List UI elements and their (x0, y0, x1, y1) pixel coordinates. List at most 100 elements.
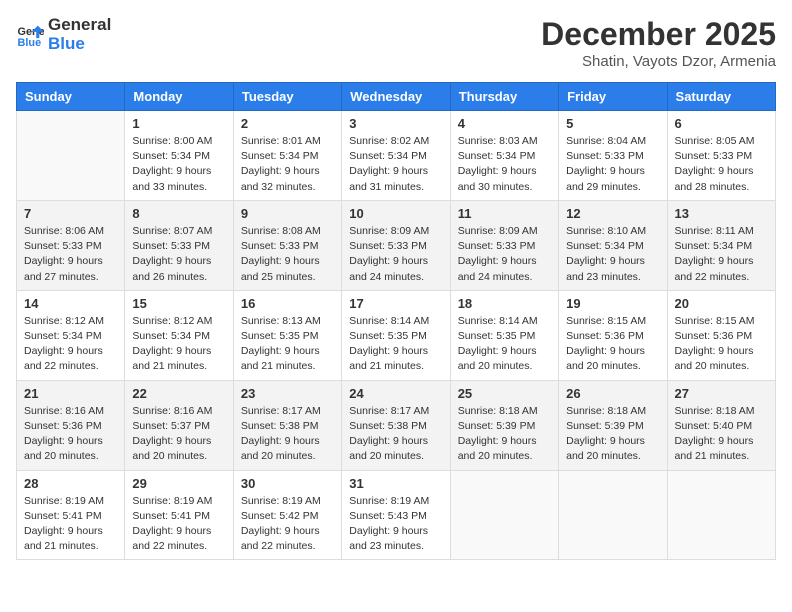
calendar-cell: 21 Sunrise: 8:16 AMSunset: 5:36 PMDayligh… (17, 380, 125, 470)
logo-icon: General Blue (16, 21, 44, 49)
day-number: 1 (132, 116, 225, 131)
calendar-cell: 25Sunrise: 8:18 AMSunset: 5:39 PMDayligh… (450, 380, 558, 470)
day-info: Sunrise: 8:17 AMSunset: 5:38 PMDaylight:… (241, 404, 334, 465)
week-row-3: 14 Sunrise: 8:12 AMSunset: 5:34 PMDayligh… (17, 290, 776, 380)
day-info: Sunrise: 8:14 AMSunset: 5:35 PMDaylight:… (458, 314, 551, 375)
day-info: Sunrise: 8:01 AMSunset: 5:34 PMDaylight:… (241, 134, 334, 195)
calendar-cell: 28 Sunrise: 8:19 AMSunset: 5:41 PMDayligh… (17, 470, 125, 560)
logo: General Blue General Blue (16, 16, 111, 53)
calendar-cell: 29 Sunrise: 8:19 AMSunset: 5:41 PMDayligh… (125, 470, 233, 560)
day-number: 28 (24, 476, 117, 491)
header: General Blue General Blue December 2025 … (16, 16, 776, 70)
day-number: 27 (675, 386, 768, 401)
calendar-cell: 27 Sunrise: 8:18 AMSunset: 5:40 PMDayligh… (667, 380, 775, 470)
calendar-cell: 18 Sunrise: 8:14 AMSunset: 5:35 PMDayligh… (450, 290, 558, 380)
day-number: 29 (132, 476, 225, 491)
week-row-2: 7 Sunrise: 8:06 AMSunset: 5:33 PMDaylight… (17, 200, 776, 290)
day-number: 5 (566, 116, 659, 131)
calendar-cell: 14 Sunrise: 8:12 AMSunset: 5:34 PMDayligh… (17, 290, 125, 380)
calendar-cell: 31 Sunrise: 8:19 AMSunset: 5:43 PMDayligh… (342, 470, 450, 560)
calendar-cell: 1Sunrise: 8:00 AMSunset: 5:34 PMDaylight… (125, 111, 233, 201)
day-number: 19 (566, 296, 659, 311)
day-info: Sunrise: 8:19 AMSunset: 5:41 PMDaylight:… (24, 494, 117, 555)
day-number: 2 (241, 116, 334, 131)
day-number: 10 (349, 206, 442, 221)
calendar-cell: 16 Sunrise: 8:13 AMSunset: 5:35 PMDayligh… (233, 290, 341, 380)
calendar-cell (17, 111, 125, 201)
day-info: Sunrise: 8:15 AMSunset: 5:36 PMDaylight:… (675, 314, 768, 375)
day-number: 22 (132, 386, 225, 401)
day-info: Sunrise: 8:18 AMSunset: 5:40 PMDaylight:… (675, 404, 768, 465)
calendar-cell: 2 Sunrise: 8:01 AMSunset: 5:34 PMDaylight… (233, 111, 341, 201)
day-header-saturday: Saturday (667, 83, 775, 111)
day-info: Sunrise: 8:09 AMSunset: 5:33 PMDaylight:… (349, 224, 442, 285)
calendar: SundayMondayTuesdayWednesdayThursdayFrid… (16, 82, 776, 560)
day-info: Sunrise: 8:19 AMSunset: 5:41 PMDaylight:… (132, 494, 225, 555)
day-number: 9 (241, 206, 334, 221)
day-header-thursday: Thursday (450, 83, 558, 111)
day-number: 25 (458, 386, 551, 401)
day-info: Sunrise: 8:08 AMSunset: 5:33 PMDaylight:… (241, 224, 334, 285)
day-header-tuesday: Tuesday (233, 83, 341, 111)
day-number: 15 (132, 296, 225, 311)
day-number: 24 (349, 386, 442, 401)
day-info: Sunrise: 8:02 AMSunset: 5:34 PMDaylight:… (349, 134, 442, 195)
day-info: Sunrise: 8:13 AMSunset: 5:35 PMDaylight:… (241, 314, 334, 375)
day-info: Sunrise: 8:14 AMSunset: 5:35 PMDaylight:… (349, 314, 442, 375)
day-number: 8 (132, 206, 225, 221)
day-info: Sunrise: 8:06 AMSunset: 5:33 PMDaylight:… (24, 224, 117, 285)
day-number: 20 (675, 296, 768, 311)
week-row-1: 1Sunrise: 8:00 AMSunset: 5:34 PMDaylight… (17, 111, 776, 201)
location-title: Shatin, Vayots Dzor, Armenia (541, 53, 776, 70)
calendar-cell: 11 Sunrise: 8:09 AMSunset: 5:33 PMDayligh… (450, 200, 558, 290)
day-number: 26 (566, 386, 659, 401)
day-info: Sunrise: 8:07 AMSunset: 5:33 PMDaylight:… (132, 224, 225, 285)
day-info: Sunrise: 8:12 AMSunset: 5:34 PMDaylight:… (24, 314, 117, 375)
day-number: 3 (349, 116, 442, 131)
month-title: December 2025 (541, 16, 776, 53)
day-number: 21 (24, 386, 117, 401)
calendar-cell: 8 Sunrise: 8:07 AMSunset: 5:33 PMDaylight… (125, 200, 233, 290)
day-number: 17 (349, 296, 442, 311)
day-number: 7 (24, 206, 117, 221)
day-number: 23 (241, 386, 334, 401)
calendar-cell: 3 Sunrise: 8:02 AMSunset: 5:34 PMDaylight… (342, 111, 450, 201)
calendar-cell: 12 Sunrise: 8:10 AMSunset: 5:34 PMDayligh… (559, 200, 667, 290)
day-info: Sunrise: 8:17 AMSunset: 5:38 PMDaylight:… (349, 404, 442, 465)
day-header-sunday: Sunday (17, 83, 125, 111)
calendar-cell: 5 Sunrise: 8:04 AMSunset: 5:33 PMDaylight… (559, 111, 667, 201)
calendar-cell: 6Sunrise: 8:05 AMSunset: 5:33 PMDaylight… (667, 111, 775, 201)
day-info: Sunrise: 8:04 AMSunset: 5:33 PMDaylight:… (566, 134, 659, 195)
calendar-cell (667, 470, 775, 560)
day-number: 6 (675, 116, 768, 131)
title-area: December 2025 Shatin, Vayots Dzor, Armen… (541, 16, 776, 70)
calendar-cell: 10 Sunrise: 8:09 AMSunset: 5:33 PMDayligh… (342, 200, 450, 290)
day-number: 11 (458, 206, 551, 221)
day-info: Sunrise: 8:16 AMSunset: 5:37 PMDaylight:… (132, 404, 225, 465)
calendar-cell: 15Sunrise: 8:12 AMSunset: 5:34 PMDayligh… (125, 290, 233, 380)
calendar-cell: 23 Sunrise: 8:17 AMSunset: 5:38 PMDayligh… (233, 380, 341, 470)
calendar-cell: 13Sunrise: 8:11 AMSunset: 5:34 PMDayligh… (667, 200, 775, 290)
day-number: 18 (458, 296, 551, 311)
calendar-cell: 30Sunrise: 8:19 AMSunset: 5:42 PMDayligh… (233, 470, 341, 560)
day-info: Sunrise: 8:18 AMSunset: 5:39 PMDaylight:… (566, 404, 659, 465)
day-header-wednesday: Wednesday (342, 83, 450, 111)
day-number: 16 (241, 296, 334, 311)
day-info: Sunrise: 8:16 AMSunset: 5:36 PMDaylight:… (24, 404, 117, 465)
day-number: 14 (24, 296, 117, 311)
calendar-cell: 24 Sunrise: 8:17 AMSunset: 5:38 PMDayligh… (342, 380, 450, 470)
calendar-cell: 20 Sunrise: 8:15 AMSunset: 5:36 PMDayligh… (667, 290, 775, 380)
calendar-cell: 26 Sunrise: 8:18 AMSunset: 5:39 PMDayligh… (559, 380, 667, 470)
day-info: Sunrise: 8:19 AMSunset: 5:43 PMDaylight:… (349, 494, 442, 555)
day-header-friday: Friday (559, 83, 667, 111)
calendar-cell (450, 470, 558, 560)
calendar-cell: 7 Sunrise: 8:06 AMSunset: 5:33 PMDaylight… (17, 200, 125, 290)
day-info: Sunrise: 8:10 AMSunset: 5:34 PMDaylight:… (566, 224, 659, 285)
day-info: Sunrise: 8:11 AMSunset: 5:34 PMDaylight:… (675, 224, 768, 285)
day-number: 12 (566, 206, 659, 221)
day-info: Sunrise: 8:19 AMSunset: 5:42 PMDaylight:… (241, 494, 334, 555)
day-info: Sunrise: 8:09 AMSunset: 5:33 PMDaylight:… (458, 224, 551, 285)
svg-text:Blue: Blue (18, 37, 42, 49)
day-number: 31 (349, 476, 442, 491)
day-header-monday: Monday (125, 83, 233, 111)
